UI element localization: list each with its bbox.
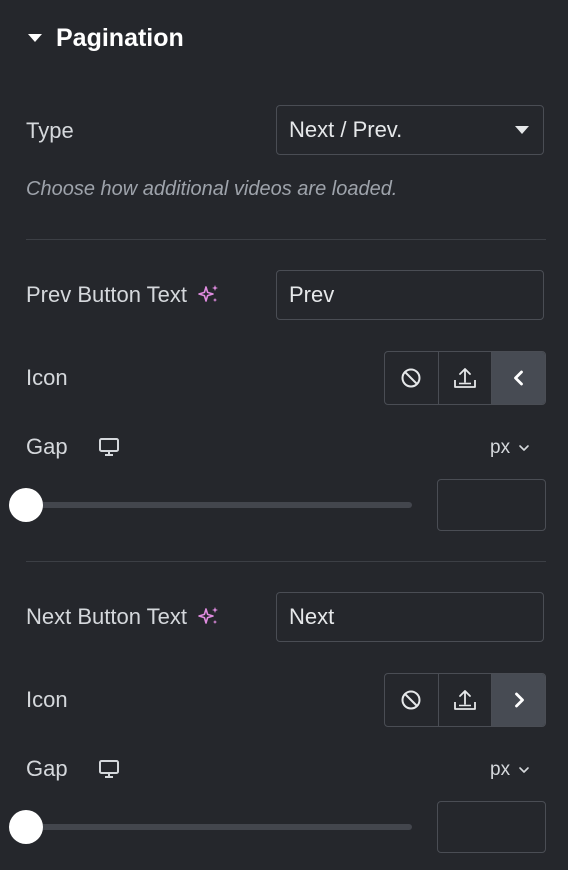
upload-icon: [454, 690, 476, 710]
prev-button-text-label-text: Prev Button Text: [26, 282, 188, 307]
next-button-text-input[interactable]: [276, 592, 544, 642]
none-icon: [401, 368, 421, 388]
desktop-icon[interactable]: [98, 437, 120, 457]
ai-sparkle-icon[interactable]: [197, 605, 221, 629]
prev-icon-upload-button[interactable]: [437, 352, 492, 404]
chevron-right-icon: [514, 692, 524, 708]
prev-icon-label: Icon: [26, 363, 68, 393]
next-icon-upload-button[interactable]: [437, 674, 492, 726]
ai-sparkle-icon[interactable]: [197, 283, 221, 307]
desktop-icon[interactable]: [98, 759, 120, 779]
prev-gap-label: Gap: [26, 432, 120, 462]
next-button-text-label-text: Next Button Text: [26, 604, 188, 629]
caret-down-icon: [28, 34, 42, 42]
prev-button-text-input[interactable]: [276, 270, 544, 320]
next-icon-none-button[interactable]: [385, 674, 438, 726]
prev-gap-unit-selector[interactable]: px: [490, 436, 530, 460]
next-gap-input[interactable]: [437, 801, 546, 853]
type-label-text: Type: [26, 118, 74, 143]
prev-icon-label-text: Icon: [26, 365, 68, 390]
type-help-text: Choose how additional videos are loaded.: [26, 178, 398, 200]
section-toggle-pagination[interactable]: Pagination: [28, 22, 184, 54]
caret-down-icon: [515, 126, 529, 134]
next-icon-label: Icon: [26, 685, 68, 715]
chevron-left-icon: [513, 370, 523, 386]
prev-button-text-label: Prev Button Text: [26, 280, 221, 310]
prev-icon-none-button[interactable]: [385, 352, 438, 404]
prev-icon-chevron-left-button[interactable]: [491, 352, 545, 404]
section-title: Pagination: [56, 23, 184, 52]
next-gap-slider-handle[interactable]: [9, 810, 43, 844]
chevron-down-icon: [518, 443, 530, 453]
type-label: Type: [26, 116, 74, 146]
divider: [26, 561, 546, 562]
next-gap-unit-selector[interactable]: px: [490, 758, 530, 782]
prev-gap-label-text: Gap: [26, 434, 68, 459]
prev-gap-input[interactable]: [437, 479, 546, 531]
divider: [26, 239, 546, 240]
next-icon-chooser: [384, 673, 546, 727]
prev-icon-chooser: [384, 351, 546, 405]
next-icon-label-text: Icon: [26, 687, 68, 712]
type-select-value: Next / Prev.: [289, 117, 403, 142]
prev-gap-unit: px: [490, 437, 511, 458]
prev-gap-slider-handle[interactable]: [9, 488, 43, 522]
none-icon: [401, 690, 421, 710]
next-gap-label: Gap: [26, 754, 120, 784]
next-gap-unit: px: [490, 759, 511, 780]
upload-icon: [454, 368, 476, 388]
next-gap-slider-track[interactable]: [26, 824, 412, 830]
next-icon-chevron-right-button[interactable]: [491, 674, 545, 726]
chevron-down-icon: [518, 765, 530, 775]
next-gap-label-text: Gap: [26, 756, 68, 781]
prev-gap-slider-track[interactable]: [26, 502, 412, 508]
type-select[interactable]: Next / Prev.: [276, 105, 544, 155]
next-button-text-label: Next Button Text: [26, 602, 221, 632]
